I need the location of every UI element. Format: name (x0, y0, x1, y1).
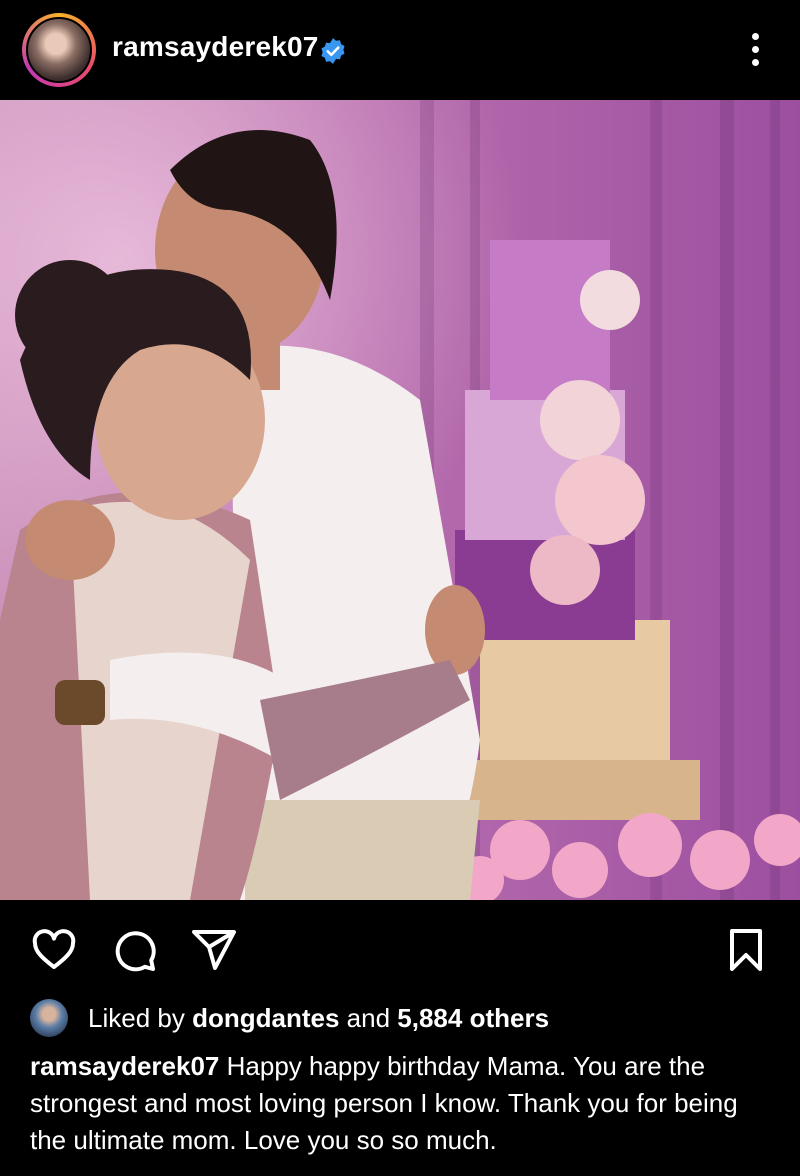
heart-icon[interactable] (30, 926, 78, 974)
photo-illustration (0, 100, 800, 900)
comment-icon[interactable] (110, 926, 158, 974)
post-header: ramsayderek07 (0, 0, 800, 100)
likes-prefix: Liked by (88, 1002, 185, 1033)
post-actions (0, 900, 800, 1000)
bookmark-icon[interactable] (722, 926, 770, 974)
liker-username[interactable]: dongdantes (192, 1003, 339, 1034)
verified-badge-icon (321, 38, 345, 64)
share-icon[interactable] (190, 926, 238, 974)
caption-username[interactable]: ramsayderek07 (30, 1051, 219, 1081)
post-username[interactable]: ramsayderek07 (112, 31, 319, 63)
more-options-icon[interactable] (740, 30, 770, 70)
liker-avatar[interactable] (30, 999, 68, 1037)
likes-middle: and (346, 1002, 391, 1033)
post-caption: ramsayderek07 Happy happy birthday Mama.… (30, 1048, 770, 1159)
likes-summary[interactable]: Liked by dongdantes and 5,884 others (30, 998, 549, 1038)
profile-avatar[interactable] (26, 17, 92, 83)
post-photo[interactable] (0, 100, 800, 900)
likes-count[interactable]: 5,884 others (397, 1003, 549, 1034)
story-ring[interactable] (22, 13, 96, 87)
